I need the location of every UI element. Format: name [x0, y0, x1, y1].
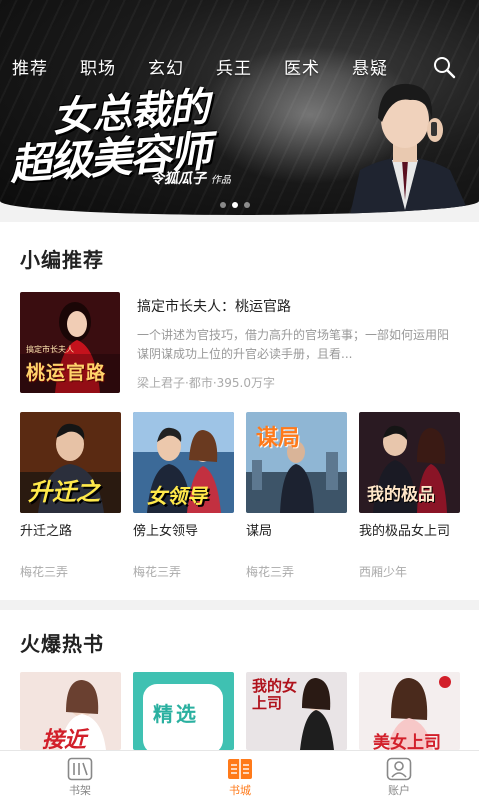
carousel-dot[interactable]: [244, 202, 250, 208]
tab-fantasy[interactable]: 玄幻: [148, 54, 184, 79]
book-cover[interactable]: 女领导: [133, 412, 234, 513]
section-title: 火爆热书: [20, 632, 104, 656]
book-name: 傍上女领导: [133, 524, 199, 539]
featured-book-cover[interactable]: 搞定市长夫人 桃运官路: [20, 292, 120, 393]
hot-book-cover[interactable]: 接近: [20, 672, 121, 750]
bottom-tab-bar: 书架 书城 账户: [0, 750, 479, 799]
editor-pick-section: 小编推荐 搞定市长夫人 桃运官路 搞定市长夫人：桃运官路 一个讲述为官技巧，借力…: [0, 222, 479, 600]
tab-workplace[interactable]: 职场: [80, 54, 116, 79]
book-author: 西厢少年: [359, 565, 408, 579]
book-card[interactable]: 升迁之路 升迁之路 梅花三弄: [20, 412, 121, 580]
hot-cover-title: 接近: [42, 728, 87, 750]
section-title: 小编推荐: [20, 248, 104, 272]
hot-cover-title: 我的女上司: [252, 677, 298, 712]
book-author: 梅花三弄: [246, 565, 295, 579]
banner-author: 令狐瓜子 作品: [150, 168, 231, 188]
tabbar-label: 账户: [388, 784, 410, 797]
featured-book-name[interactable]: 搞定市长夫人：桃运官路: [137, 296, 291, 316]
book-name: 升迁之路: [20, 524, 73, 539]
carousel-indicator: [220, 202, 250, 208]
book-cover-title: 我的极品: [367, 485, 435, 505]
tabbar-label: 书架: [69, 784, 91, 797]
book-author: 梅花三弄: [20, 565, 69, 579]
book-cover[interactable]: 我的极品: [359, 412, 460, 513]
tabbar-account[interactable]: 账户: [369, 757, 429, 798]
hot-book-cover[interactable]: 美女上司: [359, 672, 460, 750]
hot-book-cover[interactable]: 我的女上司: [246, 672, 347, 750]
featured-cover-title: 桃运官路: [26, 362, 107, 384]
book-cover[interactable]: 升迁之路: [20, 412, 121, 513]
tabbar-bookstore[interactable]: 书城: [210, 757, 270, 798]
hot-book-cover[interactable]: 精选: [133, 672, 234, 750]
book-name: 谋局: [246, 524, 273, 539]
book-cover[interactable]: 谋局: [246, 412, 347, 513]
book-card[interactable]: 我的极品 我的极品女上司 西厢少年: [359, 412, 460, 580]
carousel-dot-active[interactable]: [232, 202, 238, 208]
account-icon: [386, 757, 412, 781]
book-author: 梅花三弄: [133, 565, 182, 579]
hot-books-section: 火爆热书 接近 精选 我的女上司 美女上司: [0, 610, 479, 750]
banner-author-name: 令狐瓜子: [150, 171, 206, 187]
hot-cover-title: 精选: [153, 702, 199, 726]
tab-soldier[interactable]: 兵王: [216, 54, 252, 79]
featured-book-meta: 梁上君子·都市·395.0万字: [137, 376, 275, 390]
hot-cover-title: 美女上司: [373, 733, 441, 750]
tabbar-label: 书城: [229, 784, 251, 797]
book-cover-title: 女领导: [147, 484, 207, 508]
bookstore-icon: [228, 759, 252, 779]
book-name: 我的极品女上司: [359, 524, 451, 539]
book-cover-title: 升迁之路: [28, 478, 100, 506]
tabbar-bookshelf[interactable]: 书架: [50, 757, 110, 798]
book-card[interactable]: 谋局 谋局 梅花三弄: [246, 412, 347, 580]
book-cover-title: 谋局: [256, 426, 301, 451]
bookshelf-icon: [67, 757, 93, 781]
featured-cover-subtitle: 搞定市长夫人: [26, 345, 74, 354]
banner-author-suffix: 作品: [210, 175, 231, 186]
book-card[interactable]: 女领导 傍上女领导 梅花三弄: [133, 412, 234, 580]
featured-book-description: 一个讲述为官技巧，借力高升的官场笔事；一部如何运用阳谋阴谋成功上位的升官必读手册…: [137, 328, 450, 361]
tab-medicine[interactable]: 医术: [284, 54, 320, 79]
carousel-dot[interactable]: [220, 202, 226, 208]
tab-recommend[interactable]: 推荐: [12, 54, 48, 79]
banner-character-illustration: [350, 83, 470, 215]
banner-carousel[interactable]: 推荐 职场 玄幻 兵王 医术 悬疑 女总裁的 超级美容师 令狐瓜子 作品: [0, 0, 479, 215]
